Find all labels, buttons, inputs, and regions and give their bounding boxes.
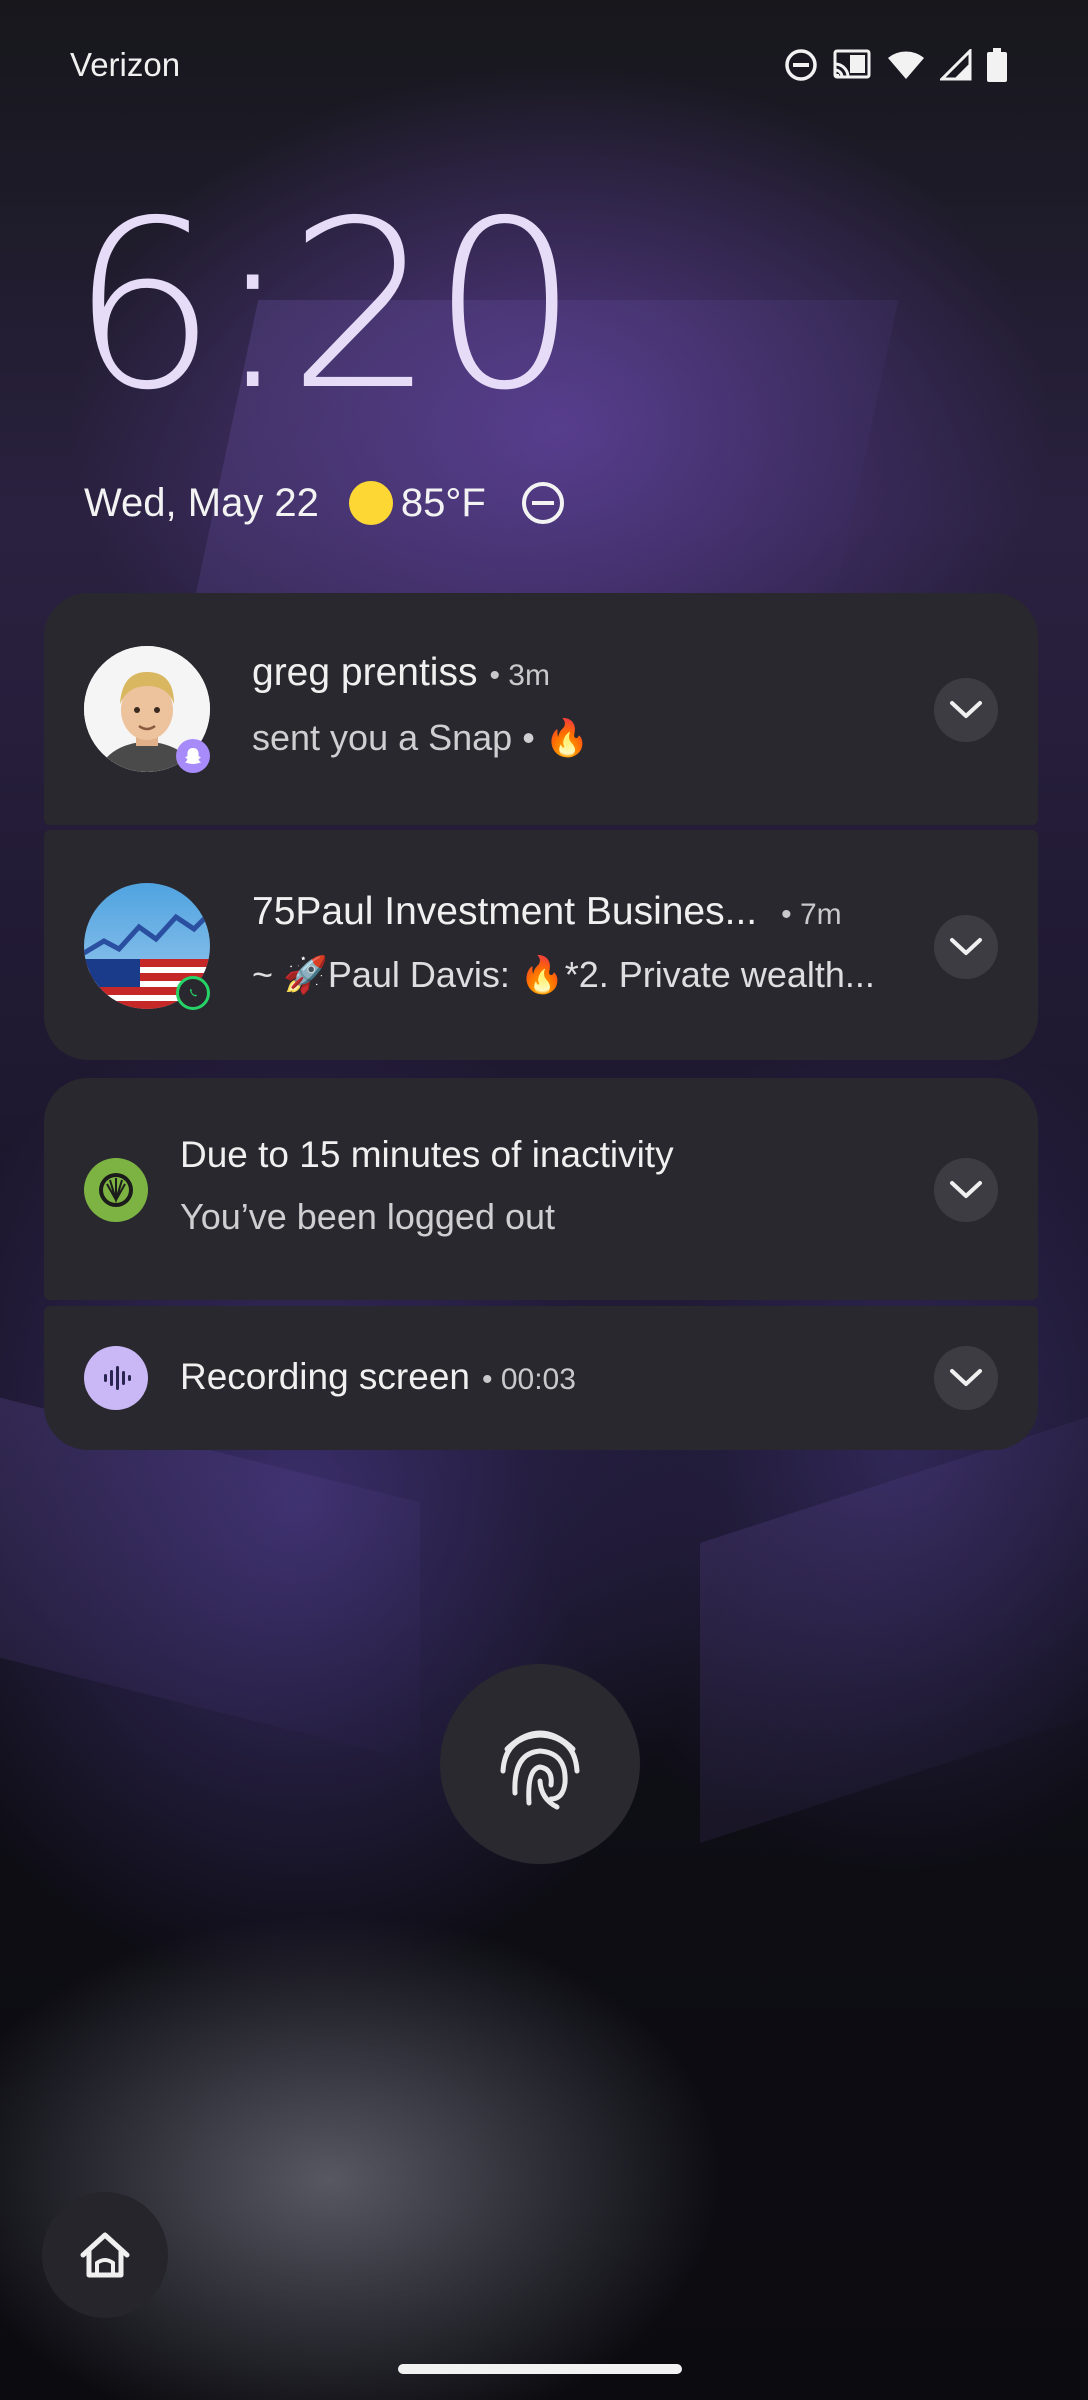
carrier-label: Verizon	[70, 46, 181, 83]
do-not-disturb-icon	[521, 482, 564, 524]
notification-title-line: Recording screen • 00:03	[180, 1356, 576, 1398]
notification-title: greg prentiss	[252, 651, 478, 694]
notification-time: • 3m	[489, 659, 550, 692]
recording-timer: • 00:03	[481, 1363, 576, 1396]
expand-button[interactable]	[934, 678, 998, 742]
battery-icon	[987, 48, 1007, 82]
notification-title-line: greg prentiss • 3m	[252, 651, 550, 695]
notification-title-line: Due to 15 minutes of inactivity	[180, 1134, 674, 1176]
chevron-down-icon	[950, 701, 982, 718]
notification-body: ~ 🚀Paul Davis: 🔥*2. Private wealth...	[252, 954, 875, 995]
expand-button[interactable]	[934, 1158, 998, 1222]
home-control-button[interactable]	[42, 2192, 168, 2318]
cast-icon	[833, 49, 871, 79]
cell-signal-icon	[940, 49, 972, 81]
date-label: Wed, May 22	[84, 480, 319, 525]
wifi-icon	[888, 51, 924, 79]
notification-title: Due to 15 minutes of inactivity	[180, 1134, 674, 1175]
home-icon	[80, 2232, 130, 2278]
temperature-label: 85°F	[400, 480, 486, 525]
notification-snapchat[interactable]: greg prentiss • 3m sent you a Snap • 🔥	[44, 593, 1038, 825]
expand-button[interactable]	[934, 1346, 998, 1410]
notification-fidelity[interactable]: Due to 15 minutes of inactivity You’ve b…	[44, 1078, 1038, 1300]
lockscreen-clock: 6:20	[70, 171, 579, 441]
notification-title-line: 75Paul Investment Busines... • 7m	[252, 890, 842, 934]
gesture-nav-handle[interactable]	[398, 2364, 682, 2374]
expand-button[interactable]	[934, 915, 998, 979]
notification-title: Recording screen	[180, 1356, 470, 1397]
notification-screen-recorder[interactable]: Recording screen • 00:03	[44, 1306, 1038, 1450]
notification-whatsapp[interactable]: 75Paul Investment Busines... • 7m ~ 🚀Pau…	[44, 830, 1038, 1060]
notification-time: • 7m	[781, 898, 842, 931]
chevron-down-icon	[950, 1369, 982, 1386]
sun-icon	[348, 481, 393, 525]
fingerprint-unlock-button[interactable]	[440, 1664, 640, 1864]
fidelity-app-icon	[84, 1158, 148, 1222]
screen-recorder-icon	[84, 1346, 148, 1410]
wallpaper-shard	[0, 1397, 420, 1763]
chevron-down-icon	[950, 1181, 982, 1198]
lock-screen: Verizon 6:20 Wed, May 22 85°F greg prent…	[0, 0, 1088, 2400]
notification-title: 75Paul Investment Busines...	[252, 890, 758, 933]
fingerprint-icon	[500, 1730, 580, 1810]
do-not-disturb-icon	[785, 49, 817, 81]
date-weather-row: Wed, May 22 85°F	[84, 480, 566, 526]
snapchat-badge-icon	[176, 739, 210, 773]
notification-body: sent you a Snap • 🔥	[252, 717, 590, 758]
whatsapp-badge-icon	[176, 976, 210, 1010]
wallpaper-shard	[700, 1416, 1088, 1844]
notification-body: You’ve been logged out	[180, 1196, 556, 1237]
status-icons	[784, 48, 1008, 82]
chevron-down-icon	[950, 938, 982, 955]
status-bar: Verizon	[0, 0, 1088, 130]
